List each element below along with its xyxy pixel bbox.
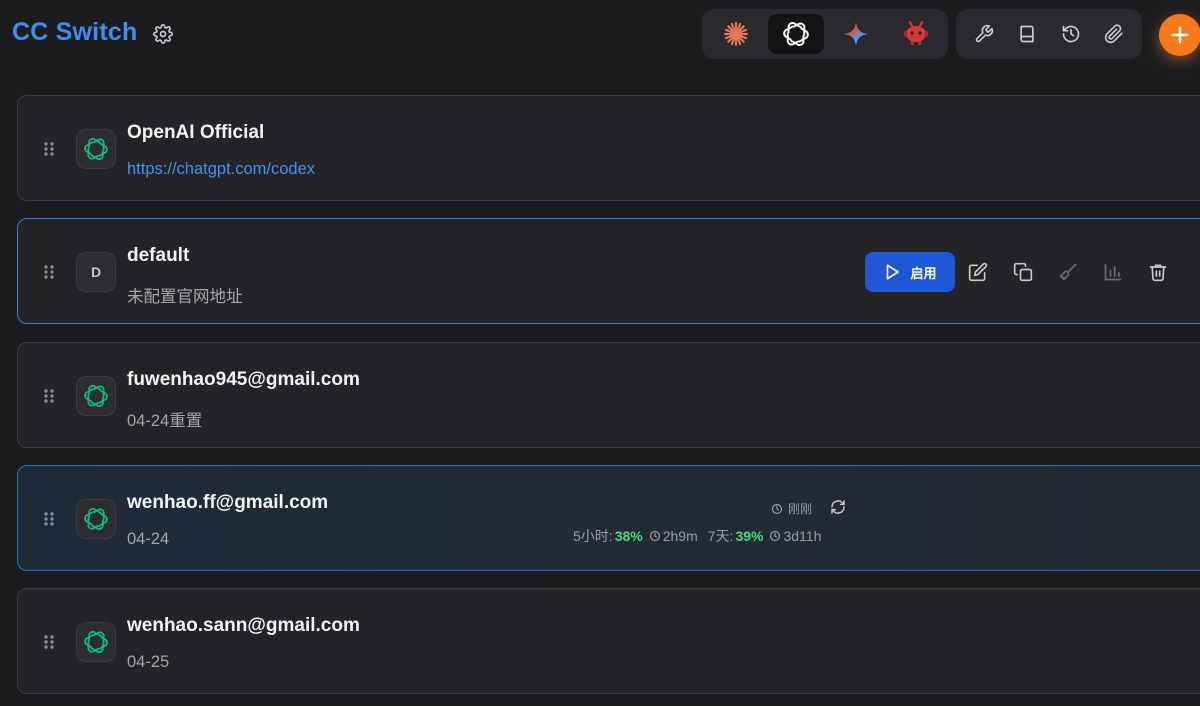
provider-subtitle: 未配置官网地址 bbox=[127, 288, 243, 306]
openai-icon bbox=[84, 507, 108, 531]
tools-button[interactable] bbox=[966, 16, 1002, 52]
duplicate-button[interactable] bbox=[1000, 252, 1045, 292]
app-claude-button[interactable] bbox=[708, 14, 764, 54]
provider-avatar bbox=[76, 499, 116, 539]
provider-name: default bbox=[127, 245, 190, 266]
drag-handle-icon[interactable] bbox=[43, 511, 55, 527]
provider-card-current[interactable]: wenhao.ff@gmail.com 04-24 刚刚 5小时: 38% 2h… bbox=[17, 465, 1200, 571]
drag-handle-icon[interactable] bbox=[43, 634, 55, 650]
header: CC Switch bbox=[0, 0, 1200, 70]
seven-day-percent: 39% bbox=[735, 528, 764, 544]
drag-handle-icon[interactable] bbox=[43, 141, 55, 157]
usage-button[interactable] bbox=[1090, 252, 1135, 292]
five-hour-percent: 38% bbox=[614, 528, 643, 544]
copy-icon bbox=[1013, 262, 1032, 282]
gemini-sparkle-icon bbox=[844, 22, 868, 46]
provider-avatar bbox=[76, 129, 116, 169]
settings-button[interactable] bbox=[152, 23, 174, 45]
provider-card[interactable]: OpenAI Official https://chatgpt.com/code… bbox=[17, 95, 1200, 201]
openai-icon bbox=[84, 630, 108, 654]
provider-avatar bbox=[76, 622, 116, 662]
enable-button[interactable]: 启用 bbox=[865, 252, 955, 292]
provider-subtitle: 04-24重置 bbox=[127, 412, 203, 430]
docs-button[interactable] bbox=[1009, 16, 1045, 52]
seven-day-reset-text: 3d11h bbox=[783, 528, 822, 544]
avatar-letter: D bbox=[90, 264, 102, 280]
refresh-icon bbox=[831, 500, 845, 514]
app-gemini-button[interactable] bbox=[828, 14, 884, 54]
seven-day-label: 7天: bbox=[707, 528, 734, 544]
clock-icon bbox=[771, 503, 783, 514]
delete-button[interactable] bbox=[1135, 252, 1180, 292]
add-provider-button[interactable] bbox=[1159, 14, 1200, 56]
drag-handle-icon[interactable] bbox=[43, 264, 55, 280]
provider-subtitle: 04-25 bbox=[127, 653, 170, 671]
drag-handle-icon[interactable] bbox=[43, 388, 55, 404]
clock-icon bbox=[649, 530, 660, 542]
provider-name: fuwenhao945@gmail.com bbox=[127, 369, 360, 390]
provider-card[interactable]: D default 未配置官网地址 启用 bbox=[17, 218, 1200, 324]
edit-icon bbox=[968, 262, 987, 282]
usage-quota: 5小时: 38% 2h9m 7天: 39% 3d11h bbox=[573, 526, 821, 546]
provider-name: wenhao.ff@gmail.com bbox=[127, 492, 329, 513]
provider-name: OpenAI Official bbox=[127, 122, 265, 143]
refresh-usage-button[interactable] bbox=[828, 497, 848, 517]
provider-card[interactable]: wenhao.sann@gmail.com 04-25 bbox=[17, 588, 1200, 694]
history-button[interactable] bbox=[1053, 16, 1089, 52]
five-hour-reset-text: 2h9m bbox=[662, 528, 698, 544]
app-codex-button[interactable] bbox=[768, 14, 824, 54]
edit-button[interactable] bbox=[955, 252, 1000, 292]
enable-label: 启用 bbox=[910, 265, 937, 281]
gear-icon bbox=[153, 24, 173, 44]
trash-icon bbox=[1149, 264, 1166, 282]
provider-name: wenhao.sann@gmail.com bbox=[127, 615, 360, 636]
usage-chart-icon bbox=[1104, 263, 1121, 281]
provider-subtitle: 04-24 bbox=[127, 530, 170, 548]
toolbar bbox=[956, 9, 1142, 59]
app-robot-button[interactable] bbox=[888, 14, 944, 54]
app-title: CC Switch bbox=[12, 18, 138, 46]
clock-icon bbox=[770, 530, 781, 542]
red-robot-icon bbox=[904, 21, 928, 45]
openai-icon bbox=[84, 137, 108, 161]
provider-card[interactable]: fuwenhao945@gmail.com 04-24重置 bbox=[17, 342, 1200, 448]
provider-avatar: D bbox=[76, 252, 116, 292]
provider-actions: 启用 bbox=[865, 252, 1180, 292]
test-button[interactable] bbox=[1045, 252, 1090, 292]
provider-avatar bbox=[76, 376, 116, 416]
usage-updated: 刚刚 bbox=[771, 500, 812, 517]
five-hour-reset: 2h9m bbox=[649, 528, 698, 544]
provider-website-link[interactable]: https://chatgpt.com/codex bbox=[127, 160, 315, 179]
history-icon bbox=[1062, 25, 1080, 43]
book-icon bbox=[1020, 25, 1034, 43]
paperclip-icon bbox=[1105, 24, 1123, 44]
openai-icon bbox=[783, 22, 809, 46]
claude-asterisk-icon bbox=[724, 22, 748, 46]
seven-day-reset: 3d11h bbox=[769, 528, 821, 544]
openai-icon bbox=[84, 384, 108, 408]
wrench-icon bbox=[975, 24, 993, 43]
five-hour-label: 5小时: bbox=[573, 528, 613, 544]
test-brush-icon bbox=[1059, 263, 1076, 281]
app-switcher bbox=[702, 9, 948, 59]
plus-icon bbox=[1171, 26, 1189, 44]
play-icon bbox=[887, 264, 900, 280]
usage-updated-text: 刚刚 bbox=[788, 502, 813, 516]
attach-button[interactable] bbox=[1096, 16, 1132, 52]
